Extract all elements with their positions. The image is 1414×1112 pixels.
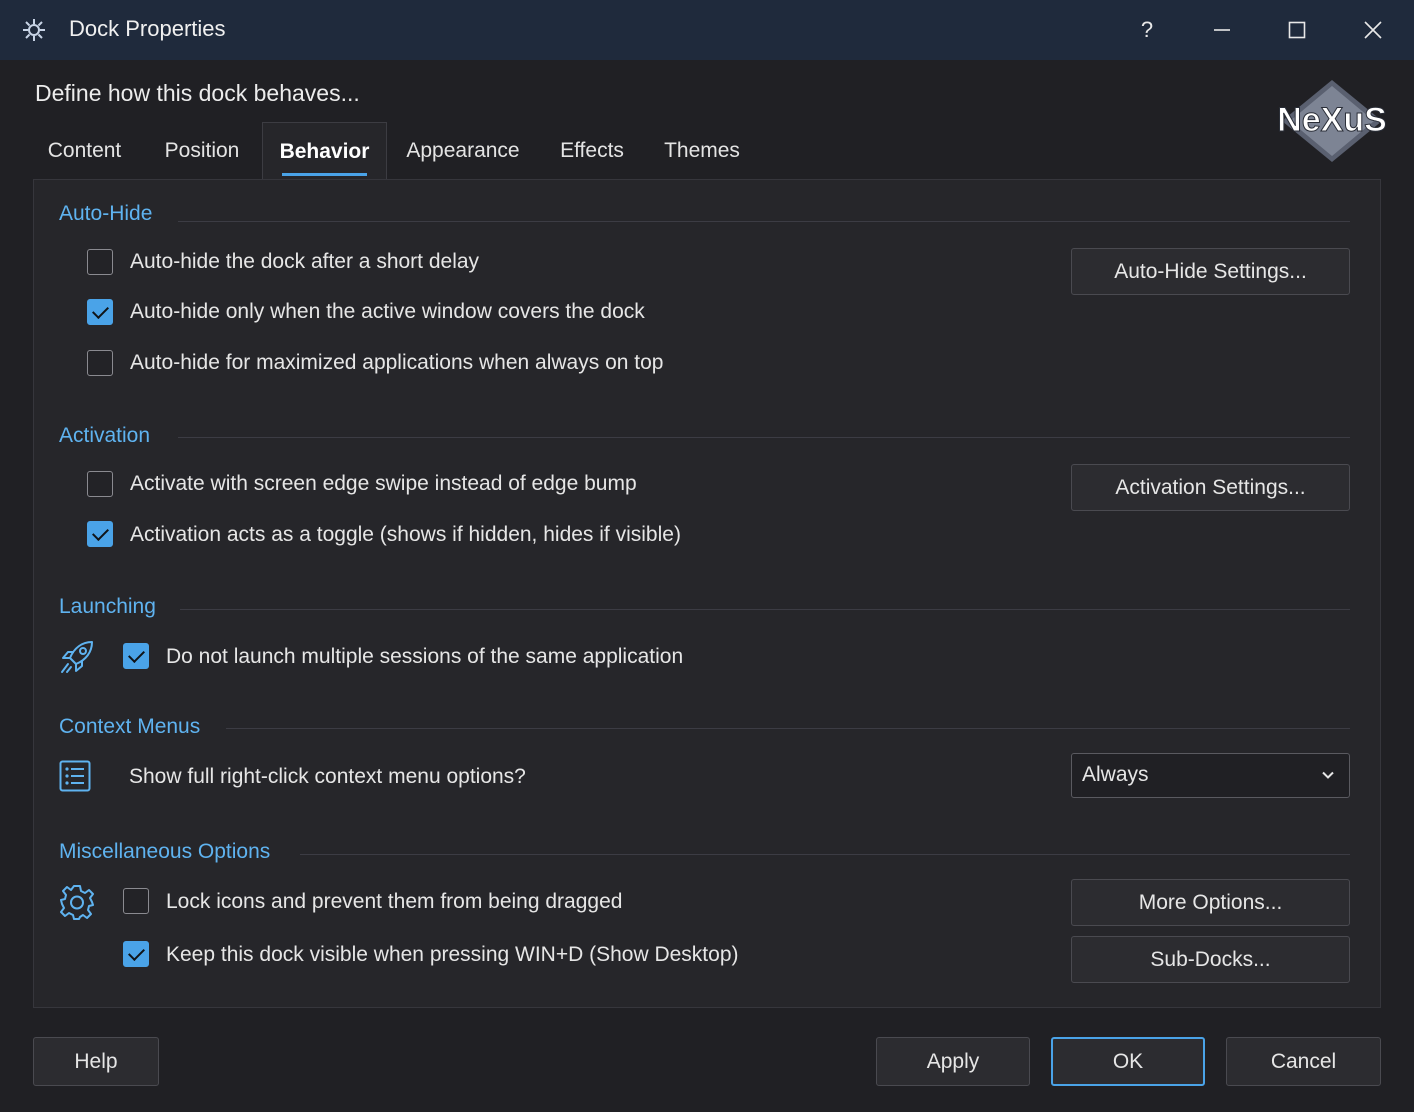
section-divider — [178, 437, 1350, 438]
window-title: Dock Properties — [69, 16, 226, 41]
minimize-button[interactable] — [1202, 10, 1242, 50]
lock-icons-label: Lock icons and prevent them from being d… — [166, 890, 623, 913]
tab-behavior-label: Behavior — [279, 139, 370, 163]
nexus-logo: NeXuS — [1278, 80, 1386, 162]
close-icon — [1364, 21, 1382, 39]
tab-position[interactable]: Position — [147, 122, 257, 180]
help-button[interactable]: Help — [33, 1037, 159, 1086]
section-divider — [178, 221, 1350, 222]
tab-effects[interactable]: Effects — [547, 122, 637, 180]
section-autohide-title: Auto-Hide — [59, 202, 153, 225]
sub-docks-button[interactable]: Sub-Docks... — [1071, 936, 1350, 983]
minimize-icon — [1214, 29, 1230, 31]
section-context-title: Context Menus — [59, 715, 201, 738]
rocket-icon — [61, 641, 93, 673]
lock-icons-checkbox[interactable] — [123, 888, 149, 914]
svg-text:NeXuS: NeXuS — [1278, 101, 1386, 139]
activation-toggle-label: Activation acts as a toggle (shows if hi… — [130, 523, 681, 546]
list-icon — [59, 760, 91, 792]
activation-settings-button[interactable]: Activation Settings... — [1071, 464, 1350, 511]
launch-single-session-label: Do not launch multiple sessions of the s… — [166, 645, 684, 668]
context-menu-label: Show full right-click context menu optio… — [129, 765, 526, 788]
section-divider — [226, 728, 1350, 729]
keep-visible-label: Keep this dock visible when pressing WIN… — [166, 943, 739, 966]
tab-content[interactable]: Content — [27, 122, 142, 180]
page-subtitle: Define how this dock behaves... — [35, 80, 360, 106]
autohide-delay-checkbox[interactable] — [87, 249, 113, 275]
cancel-button[interactable]: Cancel — [1226, 1037, 1381, 1086]
activation-swipe-checkbox[interactable] — [87, 471, 113, 497]
section-divider — [300, 854, 1350, 855]
maximize-button[interactable] — [1277, 10, 1317, 50]
close-button[interactable] — [1353, 10, 1393, 50]
tab-behavior[interactable]: Behavior — [262, 122, 387, 180]
autohide-maximized-checkbox[interactable] — [87, 350, 113, 376]
active-tab-indicator — [282, 173, 367, 176]
activation-toggle-checkbox[interactable] — [87, 521, 113, 547]
activation-swipe-label: Activate with screen edge swipe instead … — [130, 472, 637, 495]
autohide-active-window-label: Auto-hide only when the active window co… — [130, 300, 645, 323]
chevron-down-icon — [1322, 771, 1334, 779]
gear-icon — [60, 885, 94, 920]
section-divider — [180, 609, 1350, 610]
section-launching-title: Launching — [59, 595, 156, 618]
autohide-settings-button[interactable]: Auto-Hide Settings... — [1071, 248, 1350, 295]
autohide-maximized-label: Auto-hide for maximized applications whe… — [130, 351, 664, 374]
launch-single-session-checkbox[interactable] — [123, 643, 149, 669]
keep-visible-checkbox[interactable] — [123, 941, 149, 967]
apply-button[interactable]: Apply — [876, 1037, 1030, 1086]
title-bar: Dock Properties ? — [0, 0, 1414, 60]
section-activation-title: Activation — [59, 424, 151, 447]
autohide-active-window-checkbox[interactable] — [87, 299, 113, 325]
context-menu-select[interactable]: Always — [1071, 753, 1350, 798]
app-icon — [23, 19, 45, 41]
maximize-icon — [1288, 21, 1306, 39]
ok-button[interactable]: OK — [1051, 1037, 1205, 1086]
more-options-button[interactable]: More Options... — [1071, 879, 1350, 926]
context-menu-select-value: Always — [1082, 763, 1149, 786]
section-misc-title: Miscellaneous Options — [59, 840, 271, 863]
help-icon[interactable]: ? — [1127, 10, 1167, 50]
autohide-delay-label: Auto-hide the dock after a short delay — [130, 250, 480, 273]
tab-appearance[interactable]: Appearance — [393, 122, 533, 180]
tab-themes[interactable]: Themes — [652, 122, 752, 180]
